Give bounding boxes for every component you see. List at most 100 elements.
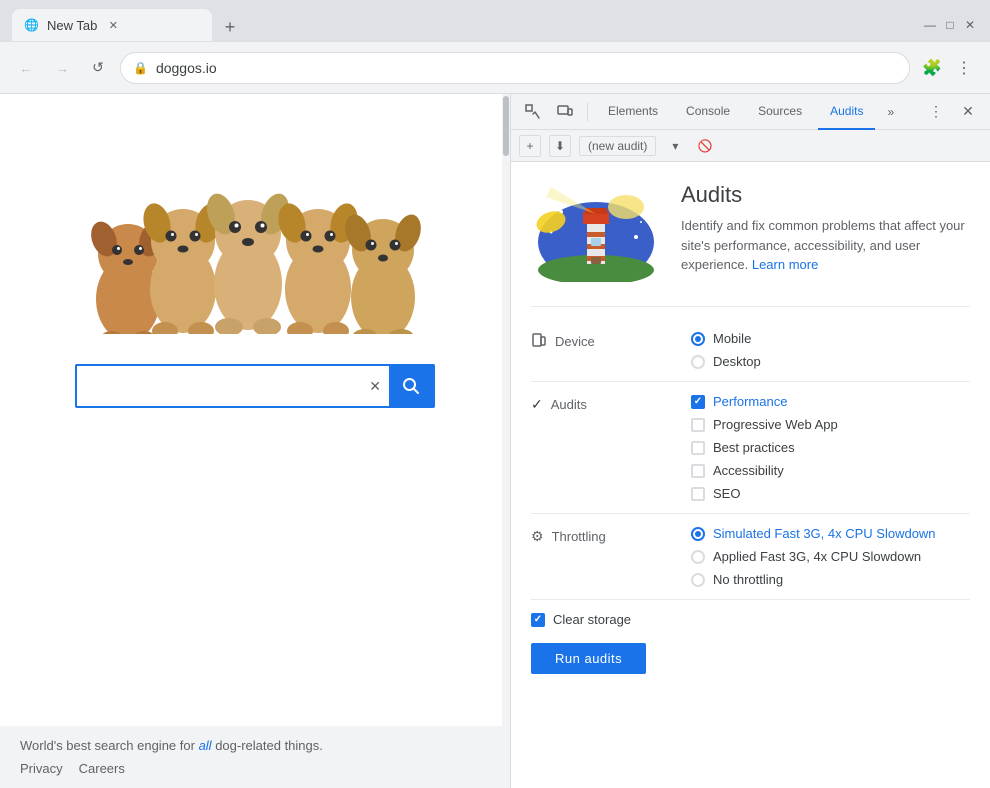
throttling-setting-row: ⚙ Throttling Simulated Fast 3G, 4x CPU S… [531, 514, 970, 600]
throttling-fast3g-option[interactable]: Simulated Fast 3G, 4x CPU Slowdown [691, 526, 970, 541]
new-tab-button[interactable]: + [216, 13, 244, 41]
performance-option[interactable]: Performance [691, 394, 970, 409]
clear-storage-row: Clear storage [531, 612, 970, 627]
puppies-image [75, 134, 435, 334]
tab-console[interactable]: Console [674, 94, 742, 130]
device-label: Device [531, 331, 691, 349]
section-divider-1 [531, 306, 970, 307]
browser-window: 🌐 New Tab ✕ + — □ ✕ ← → ↺ 🔒 doggos.io 🧩 … [0, 0, 990, 788]
maximize-button[interactable]: □ [942, 17, 958, 33]
device-options: Mobile Desktop [691, 331, 970, 369]
best-practices-option[interactable]: Best practices [691, 440, 970, 455]
reload-button[interactable]: ↺ [84, 54, 112, 82]
forward-button[interactable]: → [48, 54, 76, 82]
footer-links: Privacy Careers [20, 761, 490, 776]
throttling-applied3g-radio[interactable] [691, 550, 705, 564]
audits-new-label[interactable]: (new audit) [579, 136, 656, 156]
throttling-none-option[interactable]: No throttling [691, 572, 970, 587]
throttling-options: Simulated Fast 3G, 4x CPU Slowdown Appli… [691, 526, 970, 587]
scrollbar[interactable] [502, 94, 510, 788]
search-input[interactable] [77, 366, 361, 406]
toolbar-separator [587, 102, 588, 122]
address-bar: ← → ↺ 🔒 doggos.io 🧩 ⋮ [0, 42, 990, 94]
audits-sub-toolbar: + ⬇ (new audit) ▾ 🚫 [511, 130, 990, 162]
best-practices-checkbox[interactable] [691, 441, 705, 455]
gear-icon: ⚙ [531, 528, 544, 545]
tab-bar: 🌐 New Tab ✕ + [12, 9, 918, 41]
throttling-applied3g-option[interactable]: Applied Fast 3G, 4x CPU Slowdown [691, 549, 970, 564]
active-tab[interactable]: 🌐 New Tab ✕ [12, 9, 212, 41]
webpage-panel: ✕ World's best search engine for all dog… [0, 94, 510, 788]
audit-type-options: Performance Progressive Web App Best pra… [691, 394, 970, 501]
device-desktop-option[interactable]: Desktop [691, 354, 970, 369]
close-button[interactable]: ✕ [962, 17, 978, 33]
throttling-label: ⚙ Throttling [531, 526, 691, 545]
audits-clear-button[interactable]: ▾ [664, 135, 686, 157]
checkmark-icon: ✓ [531, 396, 543, 413]
tab-close-button[interactable]: ✕ [105, 17, 121, 33]
audits-add-button[interactable]: + [519, 135, 541, 157]
tab-audits[interactable]: Audits [818, 94, 875, 130]
webpage-content: ✕ [0, 94, 510, 726]
menu-button[interactable]: ⋮ [950, 54, 978, 82]
devtools-toolbar: Elements Console Sources Audits » ⋮ ✕ [511, 94, 990, 130]
devtools-panel: Elements Console Sources Audits » ⋮ ✕ [510, 94, 990, 788]
throttling-none-radio[interactable] [691, 573, 705, 587]
extensions-button[interactable]: 🧩 [918, 54, 946, 82]
tab-elements[interactable]: Elements [596, 94, 670, 130]
careers-link[interactable]: Careers [79, 761, 125, 776]
scroll-thumb [503, 96, 509, 156]
pwa-option[interactable]: Progressive Web App [691, 417, 970, 432]
mobile-radio[interactable] [691, 332, 705, 346]
tab-sources[interactable]: Sources [746, 94, 814, 130]
search-clear-button[interactable]: ✕ [361, 366, 389, 406]
learn-more-link[interactable]: Learn more [752, 257, 818, 272]
audits-description: Identify and fix common problems that af… [681, 216, 970, 275]
security-icon: 🔒 [133, 61, 148, 75]
webpage-footer: World's best search engine for all dog-r… [0, 726, 510, 788]
devtools-controls: ⋮ ✕ [922, 98, 982, 126]
desktop-radio[interactable] [691, 355, 705, 369]
footer-tagline: World's best search engine for all dog-r… [20, 738, 490, 753]
url-text: doggos.io [156, 60, 217, 76]
back-button[interactable]: ← [12, 54, 40, 82]
window-controls: — □ ✕ [922, 17, 978, 33]
device-setting-row: Device Mobile Desktop [531, 319, 970, 382]
audits-setting-label: ✓ Audits [531, 394, 691, 413]
device-icon [531, 333, 547, 349]
seo-checkbox[interactable] [691, 487, 705, 501]
audits-title-section: Audits Identify and fix common problems … [681, 182, 970, 282]
tab-favicon: 🌐 [24, 18, 39, 32]
search-box[interactable]: ✕ [75, 364, 435, 408]
run-audits-button[interactable]: Run audits [531, 643, 646, 674]
devtools-more-button[interactable]: ⋮ [922, 98, 950, 126]
toolbar-icons: 🧩 ⋮ [918, 54, 978, 82]
clear-storage-checkbox[interactable] [531, 613, 545, 627]
audits-content: Audits Identify and fix common problems … [511, 162, 990, 788]
inspector-icon[interactable] [519, 98, 547, 126]
main-area: ✕ World's best search engine for all dog… [0, 94, 990, 788]
minimize-button[interactable]: — [922, 17, 938, 33]
url-bar[interactable]: 🔒 doggos.io [120, 52, 910, 84]
devtools-close-button[interactable]: ✕ [954, 98, 982, 126]
throttling-fast3g-radio[interactable] [691, 527, 705, 541]
audits-setting-row: ✓ Audits Performance Progressive Web App [531, 382, 970, 514]
bottom-section: Clear storage Run audits [531, 600, 970, 686]
privacy-link[interactable]: Privacy [20, 761, 63, 776]
more-tabs-button[interactable]: » [879, 105, 902, 119]
lighthouse-logo [531, 182, 661, 282]
audits-cancel-button[interactable]: 🚫 [694, 135, 716, 157]
audits-panel-title: Audits [681, 182, 970, 208]
performance-checkbox[interactable] [691, 395, 705, 409]
pwa-checkbox[interactable] [691, 418, 705, 432]
tab-title: New Tab [47, 18, 97, 33]
seo-option[interactable]: SEO [691, 486, 970, 501]
title-bar: 🌐 New Tab ✕ + — □ ✕ [0, 0, 990, 42]
device-toggle-icon[interactable] [551, 98, 579, 126]
clear-storage-label: Clear storage [553, 612, 631, 627]
device-mobile-option[interactable]: Mobile [691, 331, 970, 346]
accessibility-checkbox[interactable] [691, 464, 705, 478]
audits-download-button[interactable]: ⬇ [549, 135, 571, 157]
search-button[interactable] [389, 366, 433, 406]
accessibility-option[interactable]: Accessibility [691, 463, 970, 478]
